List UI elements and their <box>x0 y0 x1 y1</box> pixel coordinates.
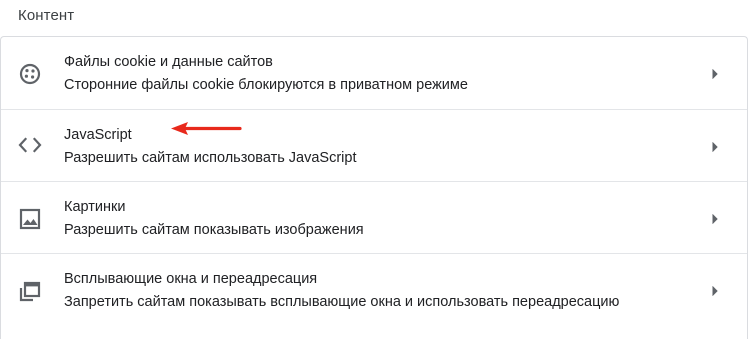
popup-icon <box>17 278 43 304</box>
item-subtitle: Разрешить сайтам показывать изображения <box>64 222 364 238</box>
list-item-javascript[interactable]: JavaScript Разрешить сайтам использовать… <box>1 109 747 181</box>
item-subtitle: Запретить сайтам показывать всплывающие … <box>64 294 620 310</box>
item-subtitle: Разрешить сайтам использовать JavaScript <box>64 150 357 166</box>
list-item-images[interactable]: Картинки Разрешить сайтам показывать изо… <box>1 181 747 253</box>
chevron-right-icon <box>710 141 720 153</box>
list-item-popups[interactable]: Всплывающие окна и переадресация Запрети… <box>1 253 747 325</box>
item-title: Файлы cookie и данные сайтов <box>64 54 273 70</box>
item-title: Всплывающие окна и переадресация <box>64 271 318 287</box>
cookie-icon <box>17 61 43 87</box>
section-title: Контент <box>18 7 75 24</box>
item-title: JavaScript <box>64 127 132 143</box>
content-settings-list: Файлы cookie и данные сайтов Сторонние ф… <box>0 36 748 339</box>
annotation-arrow-icon <box>170 121 244 137</box>
code-icon <box>17 132 43 158</box>
chevron-right-icon <box>710 213 720 225</box>
item-subtitle: Сторонние файлы cookie блокируются в при… <box>64 77 468 93</box>
chevron-right-icon <box>710 285 720 297</box>
image-icon <box>17 206 43 232</box>
chevron-right-icon <box>710 68 720 80</box>
list-item-cookies[interactable]: Файлы cookie и данные сайтов Сторонние ф… <box>1 37 747 108</box>
item-title: Картинки <box>64 199 126 215</box>
content-settings-page: Контент Файлы cookie и данные сайтов Сто… <box>0 0 750 339</box>
